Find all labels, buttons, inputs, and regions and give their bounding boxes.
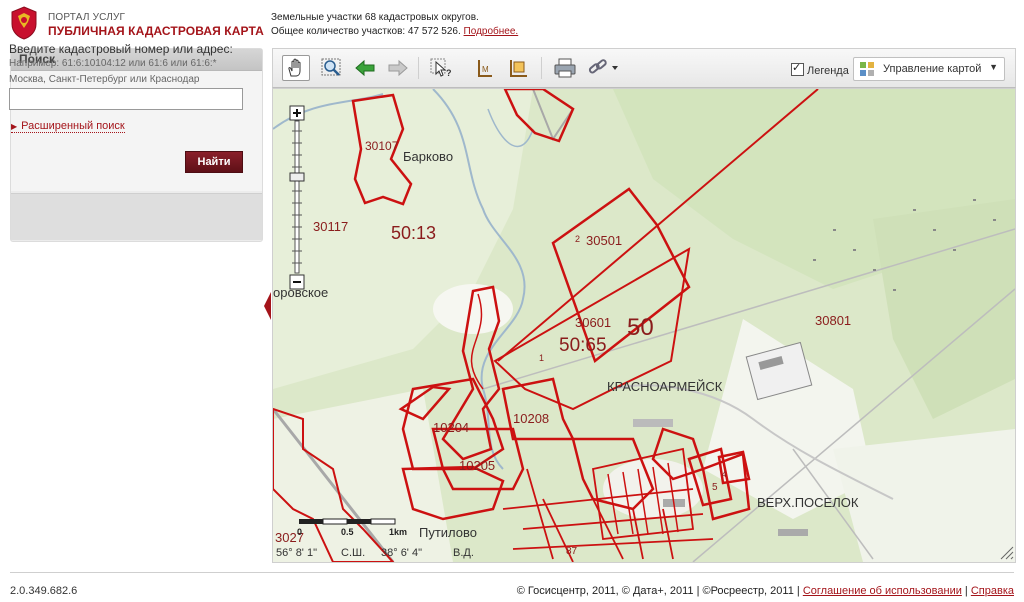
terms-link[interactable]: Соглашение об использовании: [803, 585, 962, 597]
total-parcels-text: Общее количество участков: 47 572 526.: [271, 26, 461, 37]
total-parcels-info: Общее количество участков: 47 572 526. П…: [271, 26, 518, 37]
map-toolbar: ? M Легенда: [272, 48, 1016, 88]
scale-label-half: 0.5: [341, 527, 354, 537]
map-label-n5: 5: [712, 482, 718, 493]
map-management-dropdown[interactable]: Управление картой ▼: [853, 57, 1005, 81]
map-canvas: 30107 30117 50:13 30501 2 30601 50 50:65…: [273, 89, 1015, 562]
pointer-question-icon: ?: [430, 58, 452, 78]
zoom-magnifier-icon: [321, 58, 341, 76]
site-title[interactable]: ПУБЛИЧНАЯ КАДАСТРОВАЯ КАРТА: [48, 24, 264, 38]
search-footer: [11, 193, 262, 240]
search-hint-cities: Москва, Санкт-Петербург или Краснодар: [9, 74, 200, 85]
svg-text:?: ?: [446, 68, 452, 78]
copyright: © Госисцентр, 2011, © Дата+, 2011 | ©Рос…: [517, 585, 1014, 597]
grid-icon: [860, 62, 874, 76]
footer-separator: |: [964, 585, 968, 597]
latitude-suffix: С.Ш.: [341, 547, 366, 559]
toolbar-separator: [418, 57, 419, 79]
parcels-info: Земельные участки 68 кадастровых округов…: [271, 12, 479, 23]
legend-label[interactable]: Легенда: [807, 65, 849, 77]
map-label-n2: 2: [575, 234, 580, 244]
footer-divider: [10, 572, 1014, 573]
advanced-search-label: Расширенный поиск: [21, 120, 125, 132]
zoom-slider-thumb: [289, 172, 305, 182]
link-button[interactable]: [584, 55, 622, 81]
town-label-krasnoarmeysk: КРАСНОАРМЕЙСК: [607, 379, 723, 394]
portal-label: ПОРТАЛ УСЛУГ: [48, 12, 126, 23]
map-label-50: 50: [627, 314, 654, 341]
map-label-50-13: 50:13: [391, 223, 436, 243]
map-label-10208: 10208: [513, 411, 549, 426]
cadastral-search-input[interactable]: [9, 88, 243, 110]
version-label: 2.0.349.682.6: [10, 585, 78, 597]
latitude-value: 56° 8' 1": [276, 547, 317, 559]
longitude-value: 38° 6' 4": [381, 547, 422, 559]
zoom-area-button[interactable]: [318, 55, 346, 81]
map-management-label: Управление картой: [883, 63, 982, 75]
map-label-30117: 30117: [313, 219, 348, 234]
arrow-left-icon: [355, 59, 375, 77]
map-label-30801: 30801: [815, 313, 851, 328]
chevron-down-icon: ▼: [989, 62, 998, 72]
village-label-putilovo: Путилово: [419, 525, 477, 540]
help-link[interactable]: Справка: [971, 585, 1014, 597]
map-label-10204: 10204: [433, 420, 469, 435]
hand-icon: [288, 58, 301, 77]
copyright-text: © Госисцентр, 2011, © Дата+, 2011 | ©Рос…: [516, 585, 800, 597]
map-label-30107: 30107: [365, 139, 399, 153]
scale-label-1km: 1km: [389, 527, 407, 537]
svg-text:M: M: [482, 65, 489, 74]
toolbar-separator: [541, 57, 542, 79]
longitude-suffix: В.Д.: [453, 547, 474, 559]
pan-hand-button[interactable]: [282, 55, 310, 81]
ruler-area-icon: [510, 60, 527, 77]
measure-distance-button[interactable]: M: [471, 55, 499, 81]
emblem-icon[interactable]: [8, 6, 40, 40]
advanced-search-link[interactable]: ▶ Расширенный поиск: [11, 120, 125, 133]
village-label-verh-poselok: ВЕРХ.ПОСЕЛОК: [757, 495, 859, 510]
map-label-30601: 30601: [575, 315, 611, 330]
map-label-50-65: 50:65: [559, 335, 607, 356]
search-hint-example: Например: 61:6:10104:12 или 61:6 или 61:…: [9, 58, 217, 69]
village-label-barkovo: Барково: [403, 149, 453, 164]
zoom-slider[interactable]: [289, 105, 307, 291]
measure-area-button[interactable]: [505, 55, 533, 81]
collapse-panel-toggle[interactable]: [264, 292, 271, 320]
cadastral-map[interactable]: 30107 30117 50:13 30501 2 30601 50 50:65…: [272, 88, 1016, 563]
link-chain-icon: [588, 59, 618, 74]
scale-label-0: 0: [297, 527, 302, 537]
triangle-right-icon: ▶: [11, 122, 18, 131]
map-label-n4: 4: [722, 470, 727, 479]
identify-button[interactable]: ?: [427, 55, 455, 81]
find-button[interactable]: Найти: [185, 151, 243, 173]
more-link[interactable]: Подробнее.: [464, 26, 519, 37]
map-label-n1: 1: [539, 353, 544, 363]
map-label-10205: 10205: [459, 458, 495, 473]
search-prompt: Введите кадастровый номер или адрес:: [9, 42, 233, 56]
arrow-right-icon: [388, 59, 408, 77]
map-label-n87: 87: [566, 546, 578, 557]
print-button[interactable]: [551, 55, 579, 81]
map-label-30501: 30501: [586, 233, 622, 248]
legend-checkbox[interactable]: [791, 61, 804, 76]
printer-icon: [554, 58, 576, 78]
forward-button[interactable]: [384, 55, 412, 81]
ruler-distance-icon: M: [478, 60, 492, 77]
back-button[interactable]: [351, 55, 379, 81]
